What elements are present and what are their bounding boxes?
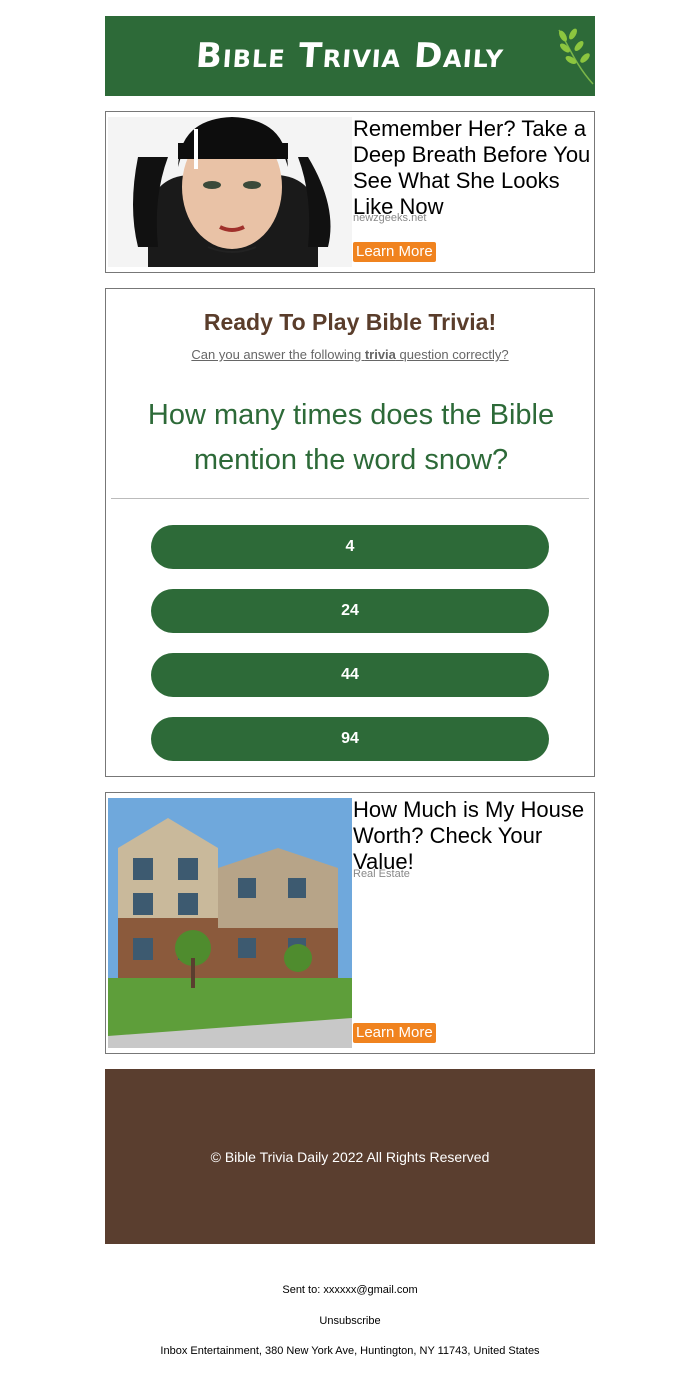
ad-image-woman[interactable] — [108, 117, 352, 267]
copyright-text: © Bible Trivia Daily 2022 All Rights Res… — [210, 1148, 490, 1165]
quiz-card: Ready To Play Bible Trivia! Can you answ… — [105, 288, 595, 777]
ad-image-apartment[interactable] — [108, 798, 352, 1048]
ad-source: Real Estate — [353, 868, 410, 880]
ad-source: newzgeeks.net — [353, 212, 427, 224]
unsubscribe-row: Unsubscribe — [0, 1315, 700, 1327]
quiz-subtitle-bold: trivia — [364, 347, 396, 362]
quiz-subtitle-after: question correctly? — [395, 347, 509, 362]
unsubscribe-link[interactable]: Unsubscribe — [319, 1315, 380, 1327]
logo-text: Bible Trivia Daily — [194, 36, 506, 76]
sent-to-line: Sent to: xxxxxx@gmail.com — [0, 1284, 700, 1296]
question-text: How many times does the Bible mention th… — [147, 399, 555, 476]
divider — [111, 498, 589, 499]
learn-more-button[interactable]: Learn More — [353, 242, 436, 262]
header-banner: Bible Trivia Daily — [105, 16, 595, 96]
answer-button-4[interactable]: 94 — [151, 717, 549, 761]
ad-title[interactable]: Remember Her? Take a Deep Breath Before … — [353, 116, 593, 220]
quiz-heading: Ready To Play Bible Trivia! — [203, 309, 497, 335]
answer-button-2[interactable]: 24 — [151, 589, 549, 633]
quiz-subtitle-link[interactable]: Can you answer the following trivia ques… — [106, 347, 594, 362]
ad-card-1[interactable]: Remember Her? Take a Deep Breath Before … — [105, 111, 595, 273]
ad-title[interactable]: How Much is My House Worth? Check Your V… — [353, 797, 593, 875]
leaf-icon — [558, 28, 594, 85]
quiz-subtitle-before: Can you answer the following — [191, 347, 365, 362]
company-address: Inbox Entertainment, 380 New York Ave, H… — [160, 1345, 540, 1357]
learn-more-button[interactable]: Learn More — [353, 1023, 436, 1043]
footer-banner: © Bible Trivia Daily 2022 All Rights Res… — [105, 1069, 595, 1244]
answer-button-1[interactable]: 4 — [151, 525, 549, 569]
sent-to-email: xxxxxx@gmail.com — [323, 1284, 418, 1296]
sent-to-label: Sent to: — [282, 1284, 321, 1296]
ad-card-2[interactable]: How Much is My House Worth? Check Your V… — [105, 792, 595, 1054]
answer-button-3[interactable]: 44 — [151, 653, 549, 697]
